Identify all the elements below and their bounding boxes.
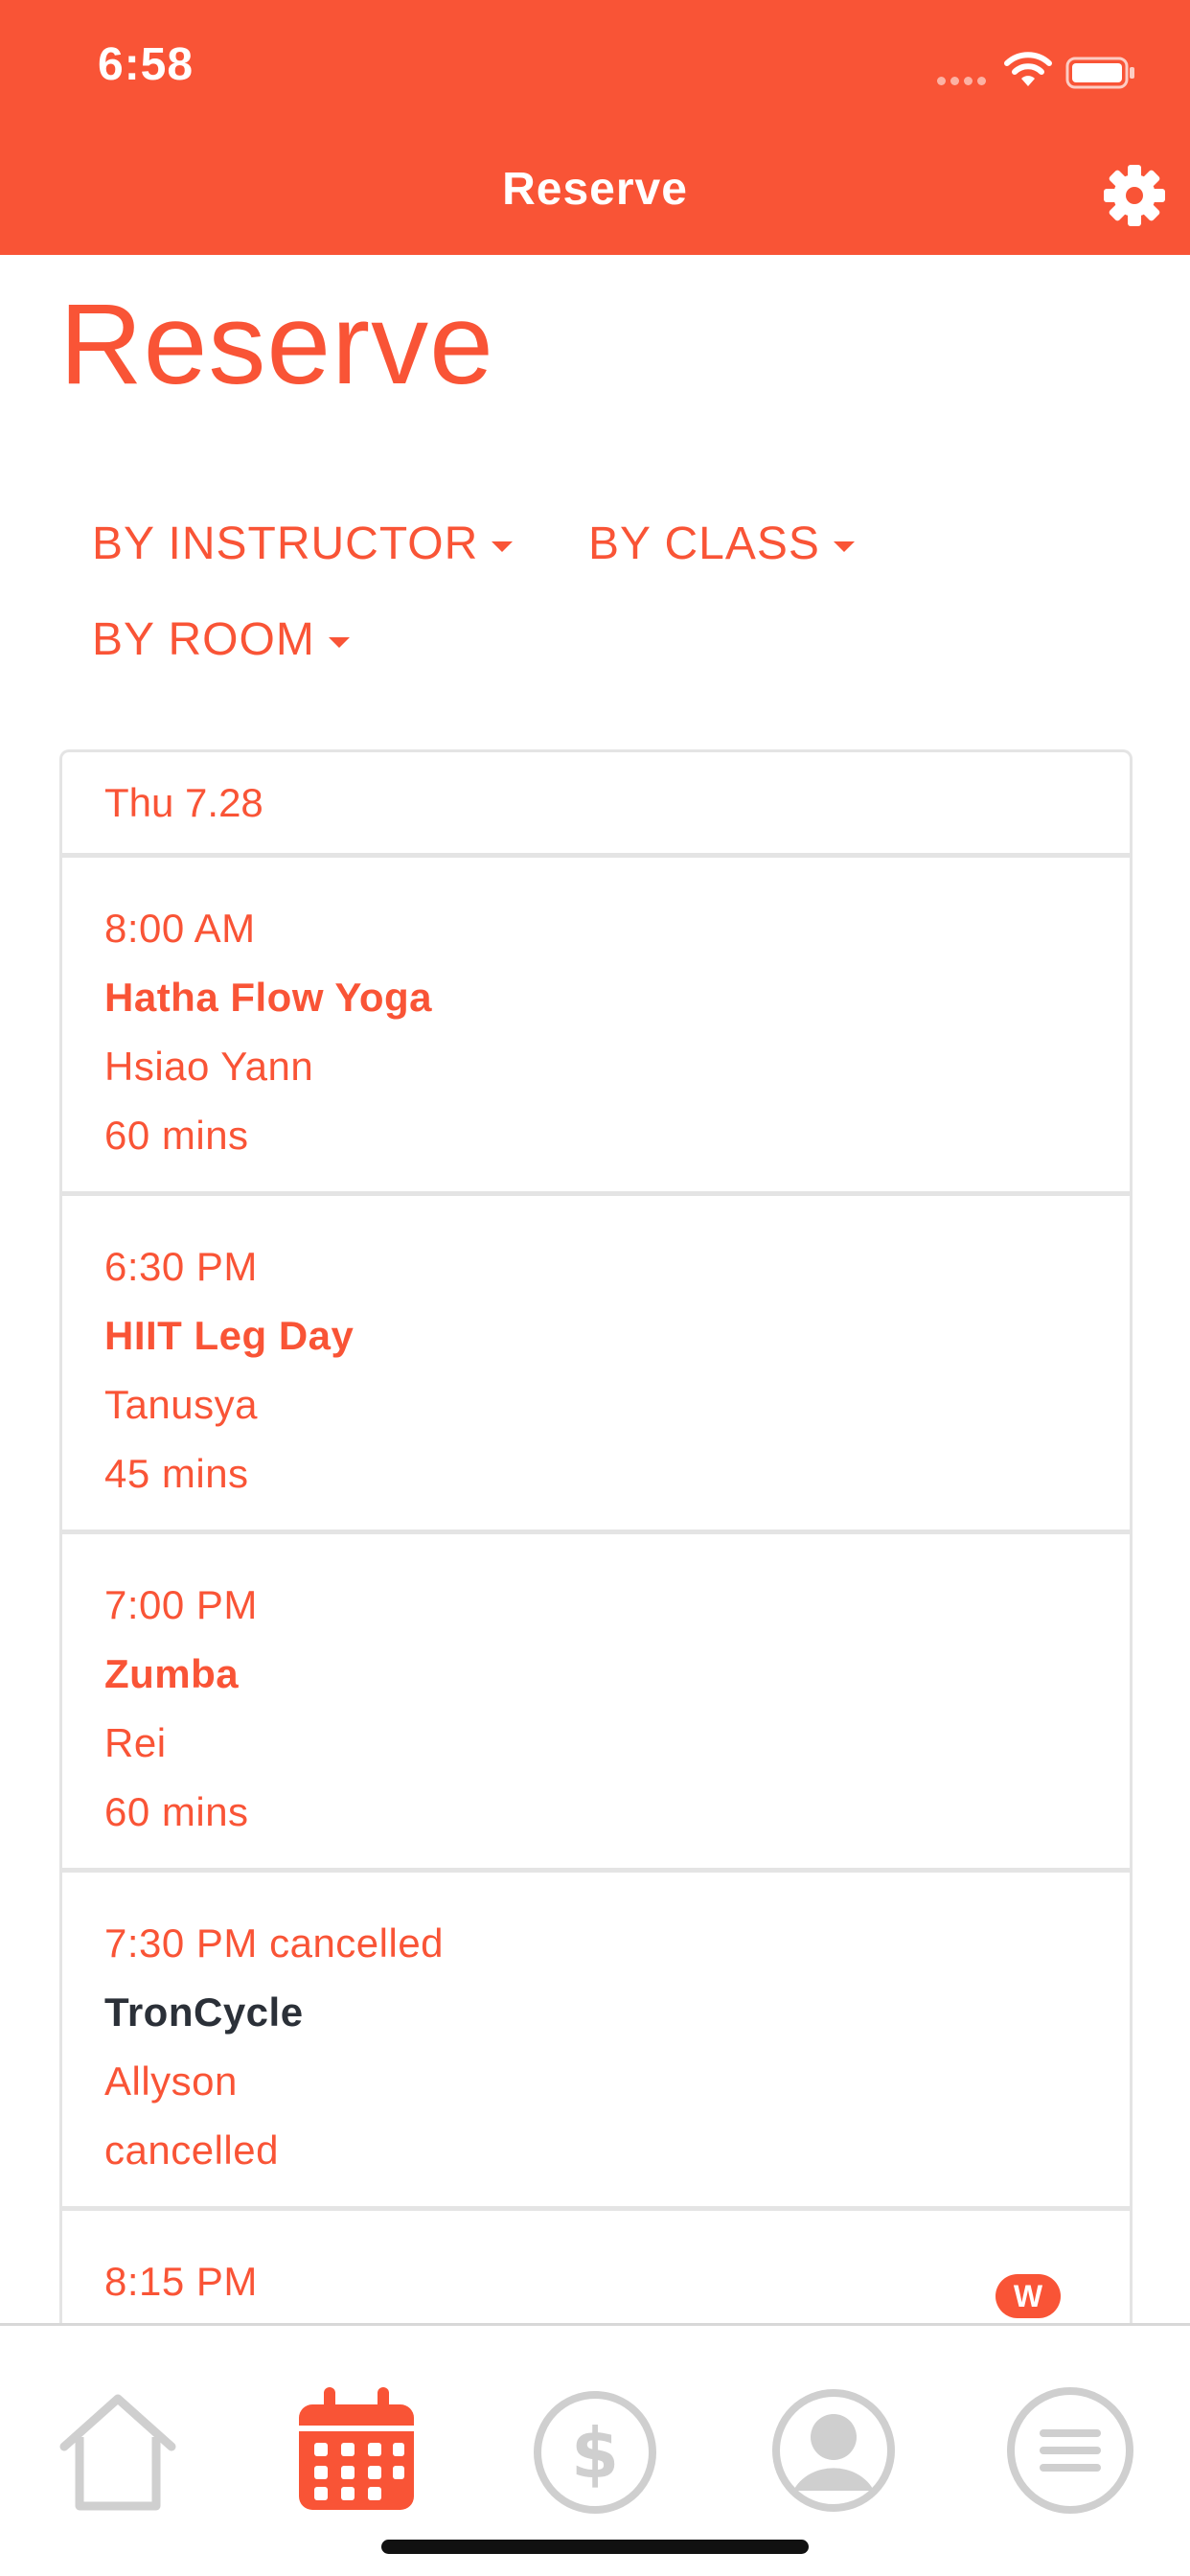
cellular-signal-icon bbox=[937, 77, 986, 85]
page-title: Reserve bbox=[59, 280, 494, 408]
battery-icon bbox=[1065, 57, 1134, 89]
top-header: 6:58 Reserve bbox=[0, 0, 1190, 255]
caret-down-icon bbox=[328, 637, 350, 648]
session-instructor: Allyson bbox=[104, 2058, 238, 2104]
filter-by-class[interactable]: BY CLASS bbox=[588, 518, 855, 570]
dollar-icon: $ bbox=[534, 2391, 656, 2514]
session-row[interactable]: 7:00 PM Zumba Rei 60 mins bbox=[62, 1534, 1130, 1873]
calendar-icon bbox=[299, 2387, 414, 2510]
session-instructor: Rei bbox=[104, 1720, 167, 1765]
session-class-name: Hatha Flow Yoga bbox=[104, 975, 432, 1020]
home-icon bbox=[59, 2394, 176, 2511]
caret-down-icon bbox=[492, 541, 514, 552]
nav-title: Reserve bbox=[502, 164, 688, 215]
svg-text:$: $ bbox=[571, 2413, 619, 2494]
tab-bar: $ bbox=[0, 2323, 1190, 2576]
session-time: 8:15 PM bbox=[104, 2259, 258, 2304]
session-row[interactable]: 8:15 PM W bbox=[62, 2211, 1130, 2340]
profile-icon bbox=[772, 2389, 895, 2512]
filter-label: BY ROOM bbox=[92, 614, 315, 665]
session-duration: 60 mins bbox=[104, 1789, 249, 1834]
caret-down-icon bbox=[833, 541, 855, 552]
schedule-card: Thu 7.28 8:00 AM Hatha Flow Yoga Hsiao Y… bbox=[59, 749, 1133, 2340]
session-duration: 45 mins bbox=[104, 1451, 249, 1496]
session-instructor: Hsiao Yann bbox=[104, 1044, 314, 1089]
tab-home[interactable] bbox=[51, 2383, 185, 2518]
tab-menu[interactable] bbox=[1003, 2383, 1137, 2518]
home-indicator[interactable] bbox=[381, 2540, 809, 2554]
session-row[interactable]: 6:30 PM HIIT Leg Day Tanusya 45 mins bbox=[62, 1196, 1130, 1534]
session-time: 7:00 PM bbox=[104, 1582, 258, 1627]
session-class-name: Zumba bbox=[104, 1651, 240, 1696]
filter-by-room[interactable]: BY ROOM bbox=[92, 613, 350, 666]
tab-profile[interactable] bbox=[767, 2383, 901, 2518]
filter-label: BY CLASS bbox=[588, 518, 820, 569]
tab-schedule[interactable] bbox=[289, 2383, 423, 2518]
filter-label: BY INSTRUCTOR bbox=[92, 518, 479, 569]
day-header: Thu 7.28 bbox=[62, 752, 1130, 858]
wifi-icon bbox=[1004, 52, 1052, 86]
tab-pricing[interactable]: $ bbox=[528, 2383, 662, 2518]
session-class-name: TronCycle bbox=[104, 1990, 304, 2035]
gear-icon[interactable] bbox=[1102, 163, 1167, 228]
session-duration: 60 mins bbox=[104, 1113, 249, 1158]
menu-icon bbox=[1007, 2387, 1133, 2514]
session-row[interactable]: 8:00 AM Hatha Flow Yoga Hsiao Yann 60 mi… bbox=[62, 858, 1130, 1196]
session-row-cancelled[interactable]: 7:30 PM cancelled TronCycle Allyson canc… bbox=[62, 1873, 1130, 2211]
filter-by-instructor[interactable]: BY INSTRUCTOR bbox=[92, 518, 514, 570]
session-time: 6:30 PM bbox=[104, 1244, 258, 1289]
session-time: 8:00 AM bbox=[104, 906, 256, 951]
session-instructor: Tanusya bbox=[104, 1382, 258, 1427]
session-status: cancelled bbox=[104, 2128, 279, 2173]
session-time: 7:30 PM cancelled bbox=[104, 1920, 445, 1966]
waitlist-badge: W bbox=[995, 2274, 1061, 2318]
status-time: 6:58 bbox=[98, 39, 195, 90]
session-class-name: HIIT Leg Day bbox=[104, 1313, 355, 1358]
